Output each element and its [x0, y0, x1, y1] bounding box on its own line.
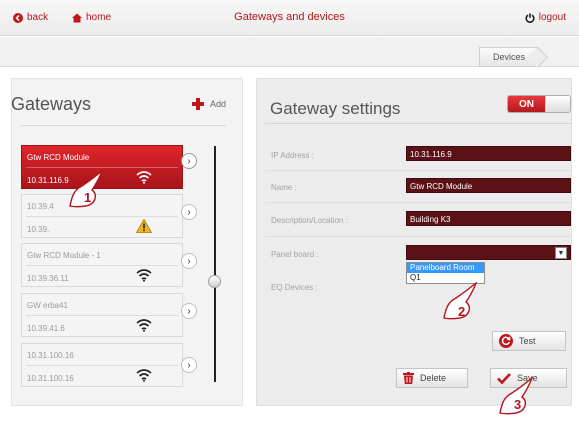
- gateway-ip: 10.39.: [27, 225, 50, 234]
- scrollbar-track[interactable]: [214, 146, 216, 382]
- chevron-right-icon[interactable]: ›: [181, 303, 197, 319]
- name-field[interactable]: Gtw RCD Module: [406, 178, 571, 193]
- test-label: Test: [519, 336, 536, 346]
- top-bar: back home Gateways and devices logout: [0, 0, 579, 36]
- wifi-icon: [136, 369, 152, 382]
- gateways-title: Gateways: [11, 94, 92, 114]
- callout-2: 2: [440, 280, 482, 320]
- gateway-card-4[interactable]: GW erba41 10.39.41.6: [21, 293, 183, 337]
- gateway-card-5[interactable]: 10.31.100.16 10.31.100.16: [21, 343, 183, 387]
- page-title: Gateways and devices: [234, 11, 345, 23]
- description-field[interactable]: Building K3: [406, 211, 571, 226]
- callout-number: 3: [514, 397, 522, 412]
- gateway-ip: 10.31.100.16: [27, 374, 74, 383]
- callout-1: 1: [66, 168, 108, 208]
- gateway-ip: 10.39.36.11: [27, 274, 69, 283]
- callout-number: 2: [458, 304, 466, 319]
- chevron-right-icon[interactable]: ›: [181, 204, 197, 220]
- divider: [265, 236, 572, 237]
- delete-label: Delete: [420, 373, 447, 383]
- chevron-right-icon[interactable]: ›: [181, 357, 197, 373]
- logout-label: logout: [538, 12, 566, 23]
- description-label: Description/Location :: [271, 216, 348, 225]
- callout-number: 1: [84, 190, 92, 205]
- chevron-down-icon[interactable]: ▼: [555, 247, 567, 259]
- on-off-toggle[interactable]: ON: [507, 95, 571, 113]
- gateway-card-3[interactable]: Gtw RCD Module - 1 10.39.36.11: [21, 243, 183, 287]
- gateway-name: 10.39.4: [27, 202, 54, 211]
- divider: [26, 265, 178, 266]
- settings-title: Gateway settings: [270, 99, 401, 118]
- divider: [26, 167, 178, 168]
- divider: [26, 365, 178, 366]
- scrollbar-thumb[interactable]: [208, 275, 221, 288]
- plus-icon: [192, 98, 204, 110]
- breadcrumb: Devices: [0, 37, 579, 67]
- add-gateway-button[interactable]: Add: [192, 98, 226, 110]
- add-label: Add: [210, 99, 227, 109]
- gateway-name: Gtw RCD Module: [27, 153, 90, 162]
- ip-address-field[interactable]: 10.31.116.9: [406, 146, 571, 161]
- gateway-name: GW erba41: [27, 301, 68, 310]
- dropdown-option[interactable]: Panelboard Room: [407, 263, 484, 273]
- divider: [265, 170, 572, 171]
- delete-button[interactable]: Delete: [396, 368, 468, 388]
- chevron-right-icon[interactable]: ›: [181, 153, 197, 169]
- divider: [21, 125, 226, 126]
- gateway-name: 10.31.100.16: [27, 351, 74, 360]
- breadcrumb-label: Devices: [492, 52, 525, 62]
- eq-devices-label: EQ Devices :: [271, 283, 318, 292]
- divider: [265, 123, 572, 124]
- refresh-icon: [499, 334, 513, 348]
- gateway-name: Gtw RCD Module - 1: [27, 251, 101, 260]
- toggle-label: ON: [508, 96, 545, 112]
- panel-board-select[interactable]: [406, 245, 571, 260]
- trash-icon: [403, 372, 414, 384]
- divider: [26, 315, 178, 316]
- wifi-icon: [136, 269, 152, 282]
- callout-3: 3: [496, 375, 538, 415]
- divider: [265, 202, 572, 203]
- logout-button[interactable]: logout: [525, 12, 566, 23]
- name-label: Name :: [271, 183, 297, 192]
- power-icon: [525, 13, 535, 23]
- wifi-icon: [136, 319, 152, 332]
- panel-board-dropdown: Panelboard Room Q1: [406, 262, 485, 284]
- gateway-ip: 10.31.116.9: [27, 176, 69, 185]
- ip-address-label: IP Address :: [271, 151, 314, 160]
- breadcrumb-devices[interactable]: Devices: [479, 47, 539, 67]
- warning-icon: [136, 219, 152, 233]
- wifi-icon: [136, 171, 152, 184]
- settings-panel: [256, 78, 572, 406]
- panel-board-label: Panel board :: [271, 250, 319, 259]
- toggle-knob: [546, 96, 570, 112]
- divider: [26, 216, 178, 217]
- chevron-right-icon[interactable]: ›: [181, 253, 197, 269]
- gateway-ip: 10.39.41.6: [27, 324, 65, 333]
- test-button[interactable]: Test: [492, 331, 566, 351]
